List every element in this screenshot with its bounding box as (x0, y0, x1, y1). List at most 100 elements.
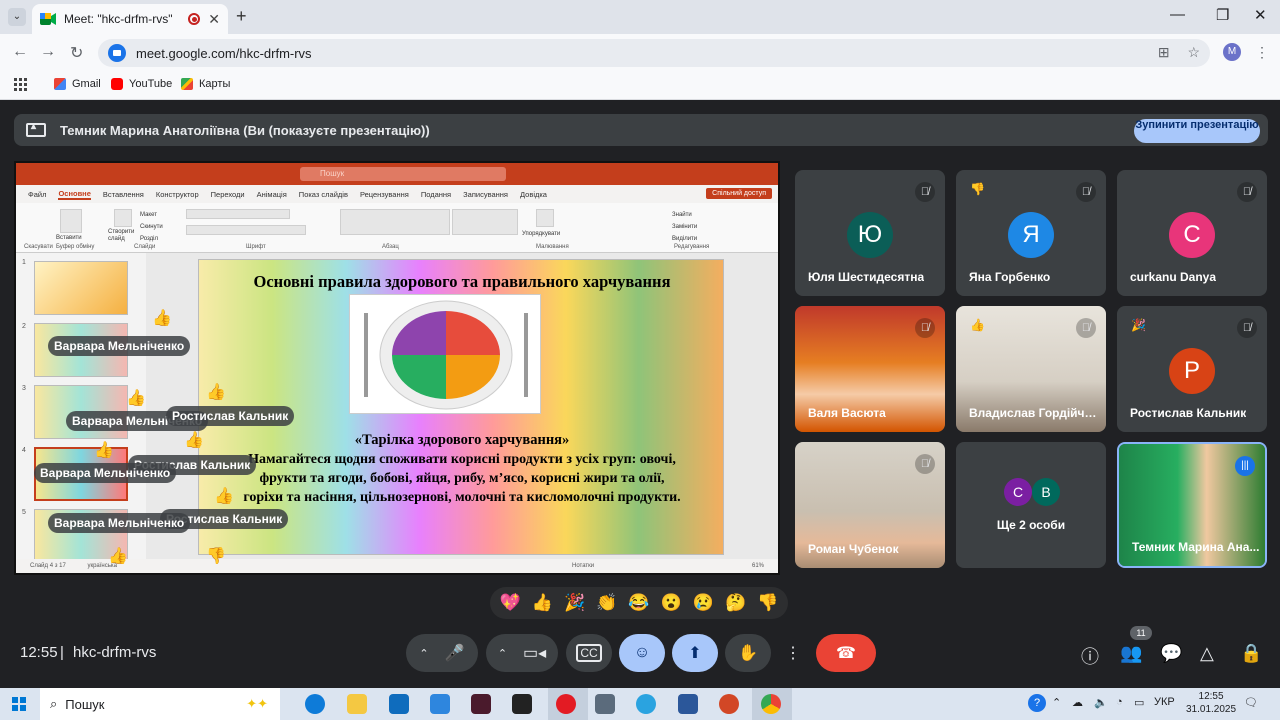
people-icon[interactable]: 👥 (1120, 643, 1142, 664)
participant-tile[interactable]: 🎙̸ Ю Юля Шестидесятна (795, 170, 945, 296)
volume-icon[interactable]: 🔈 (1094, 696, 1108, 709)
bookmark-gmail[interactable]: Gmail (54, 78, 101, 90)
surprised-reaction-button[interactable]: 😮 (661, 593, 682, 613)
slide-thumbnail[interactable] (34, 261, 128, 315)
stop-presenting-button[interactable]: Зупинити презентацію (1134, 119, 1260, 143)
notes-button[interactable]: Нотатки (572, 559, 594, 573)
sad-reaction-button[interactable]: 😢 (693, 593, 714, 613)
menu-record[interactable]: Записування (463, 190, 508, 199)
participant-tile[interactable]: 🎙̸ C curkanu Danya (1117, 170, 1267, 296)
app-icon[interactable] (595, 694, 615, 714)
shapes-gallery[interactable] (452, 209, 518, 235)
minimize-button[interactable]: — (1170, 6, 1185, 23)
menu-animation[interactable]: Анімація (257, 190, 287, 199)
translate-icon[interactable]: ⊞ (1158, 44, 1170, 60)
camera-button[interactable]: ⌃ ▭◂ (486, 634, 558, 672)
battery-icon[interactable]: ▭ (1134, 696, 1144, 709)
activities-icon[interactable]: △ (1200, 643, 1214, 664)
opera-icon[interactable] (556, 694, 576, 714)
browser-tab[interactable]: Meet: "hkc-drfm-rvs" ✕ (32, 4, 228, 34)
menu-view[interactable]: Подання (421, 190, 451, 199)
close-window-button[interactable]: ✕ (1254, 6, 1267, 24)
video-editor-icon[interactable] (512, 694, 532, 714)
thumbs-down-reaction-button[interactable]: 👎 (757, 593, 778, 613)
wifi-icon[interactable]: ◔ (1116, 696, 1123, 708)
tray-chevron-icon[interactable]: ⌃ (1052, 696, 1061, 709)
participant-tile[interactable]: 👍 🎙̸ Владислав Гордійче... (956, 306, 1106, 432)
menu-help[interactable]: Довідка (520, 190, 547, 199)
close-tab-icon[interactable]: ✕ (208, 11, 220, 28)
paragraph-controls[interactable] (340, 209, 450, 235)
browser-menu-icon[interactable]: ⋮ (1255, 44, 1269, 61)
menu-home[interactable]: Основне (58, 189, 91, 200)
menu-slideshow[interactable]: Показ слайдів (299, 190, 348, 199)
font-format-row[interactable] (186, 225, 306, 235)
bookmark-maps[interactable]: Карты (181, 78, 230, 90)
file-explorer-icon[interactable] (347, 694, 367, 714)
menu-review[interactable]: Рецензування (360, 190, 409, 199)
microphone-button[interactable]: ⌃ 🎤 (406, 634, 478, 672)
menu-design[interactable]: Конструктор (156, 190, 199, 199)
maximize-button[interactable]: ❐ (1216, 6, 1229, 24)
taskbar-clock[interactable]: 12:55 31.01.2025 (1186, 690, 1236, 716)
new-slide-icon[interactable] (114, 209, 132, 227)
present-button[interactable]: ⬆ (672, 634, 718, 672)
start-button[interactable] (12, 697, 26, 711)
app-icon[interactable] (471, 694, 491, 714)
menu-insert[interactable]: Вставлення (103, 190, 144, 199)
chat-icon[interactable]: 💬 (1160, 643, 1182, 664)
reactions-button[interactable]: ☺ (619, 634, 665, 672)
laugh-reaction-button[interactable]: 😂 (628, 593, 649, 613)
edge-icon[interactable] (305, 694, 325, 714)
chevron-up-icon[interactable]: ⌃ (498, 647, 507, 660)
reload-button[interactable]: ↻ (70, 43, 83, 63)
captions-button[interactable]: CC (566, 634, 612, 672)
chevron-up-icon[interactable]: ⌃ (419, 647, 428, 660)
taskbar-search[interactable]: ⌕ Пошук ✦✦ (40, 688, 280, 720)
party-reaction-button[interactable]: 🎉 (564, 593, 585, 613)
participant-tile[interactable]: 🎙̸ Валя Васюта (795, 306, 945, 432)
host-controls-icon[interactable]: 🔒 (1240, 643, 1262, 664)
share-button[interactable]: Спільний доступ (706, 188, 772, 199)
profile-avatar[interactable]: M (1223, 43, 1241, 61)
thinking-reaction-button[interactable]: 🤔 (725, 593, 746, 613)
clap-reaction-button[interactable]: 👏 (596, 593, 617, 613)
keyboard-language[interactable]: УКР (1154, 696, 1175, 708)
thumbs-up-reaction-button[interactable]: 👍 (532, 593, 553, 613)
menu-transitions[interactable]: Переходи (211, 190, 245, 199)
address-bar[interactable]: meet.google.com/hkc-drfm-rvs ⊞ ☆ (98, 39, 1210, 67)
tab-search-button[interactable]: ⌄ (8, 8, 26, 26)
participant-tile[interactable]: 👎 🎙̸ Я Яна Горбенко (956, 170, 1106, 296)
raise-hand-button[interactable]: ✋ (725, 634, 771, 672)
menu-file[interactable]: Файл (28, 190, 46, 199)
apps-icon[interactable] (14, 78, 28, 92)
participant-tile[interactable]: 🎙̸ Роман Чубенок (795, 442, 945, 568)
self-tile[interactable]: ||| Темник Марина Ана... (1117, 442, 1267, 568)
arrange-icon[interactable] (536, 209, 554, 227)
more-options-button[interactable]: ⋮ (778, 634, 808, 672)
bookmark-youtube[interactable]: YouTube (111, 78, 172, 90)
powerpoint-search[interactable]: Пошук (300, 167, 506, 181)
onedrive-icon[interactable]: ☁ (1072, 696, 1083, 709)
participant-tile[interactable]: 🎉 🎙̸ Р Ростислав Кальник (1117, 306, 1267, 432)
telegram-icon[interactable] (636, 694, 656, 714)
sparkling-heart-reaction-button[interactable]: 💖 (500, 593, 521, 613)
word-icon[interactable] (678, 694, 698, 714)
new-tab-button[interactable]: + (236, 6, 247, 27)
forward-button[interactable]: → (40, 43, 56, 61)
powerpoint-icon[interactable] (719, 694, 739, 714)
notifications-icon[interactable]: 🗨 (1244, 696, 1258, 709)
outlook-icon[interactable] (389, 694, 409, 714)
site-info-icon[interactable] (108, 44, 126, 62)
bookmark-star-icon[interactable]: ☆ (1187, 44, 1200, 60)
chrome-icon[interactable] (761, 694, 781, 714)
more-participants-tile[interactable]: C B Ще 2 особи (956, 442, 1106, 568)
paste-icon[interactable] (60, 209, 82, 233)
info-icon[interactable]: ⓘ (1081, 643, 1099, 669)
thumbs-up-reaction-icon: 👍 (108, 548, 128, 565)
back-button[interactable]: ← (12, 43, 28, 61)
leave-call-button[interactable]: ☎ (816, 634, 876, 672)
font-family-select[interactable] (186, 209, 290, 219)
store-icon[interactable] (430, 694, 450, 714)
help-icon[interactable]: ? (1028, 694, 1046, 712)
